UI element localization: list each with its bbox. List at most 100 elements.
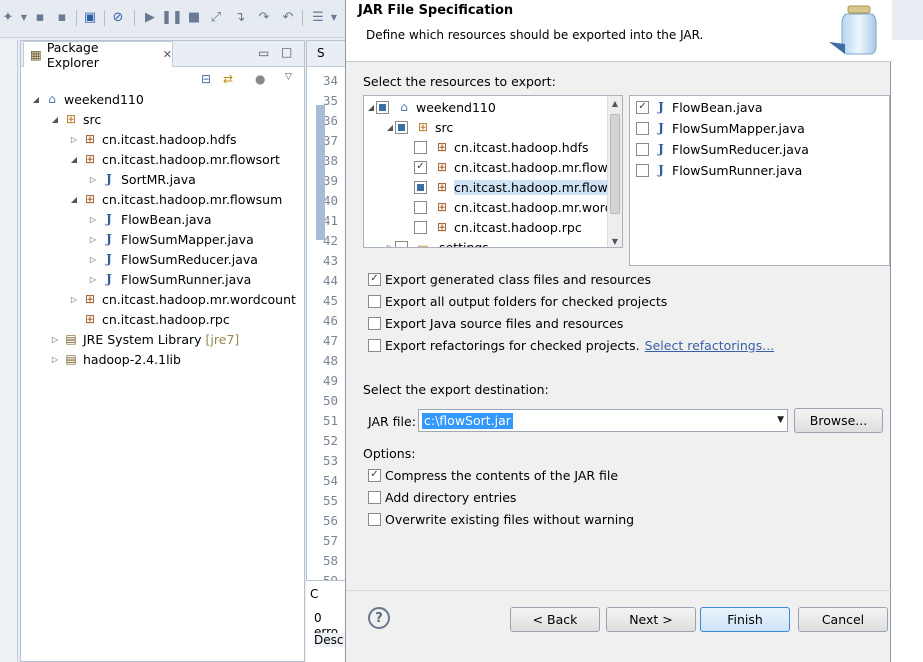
export-option[interactable]: Export all output folders for checked pr… [368, 291, 667, 311]
step-over-icon[interactable]: ↷ [256, 9, 272, 25]
checkbox[interactable] [636, 121, 649, 135]
checkbox[interactable]: ✓ [368, 272, 381, 286]
checkbox[interactable] [636, 142, 649, 156]
close-icon[interactable]: ✕ [163, 48, 172, 61]
expanded-arrow-icon[interactable]: ◢ [69, 155, 79, 164]
tree-item[interactable]: ▷ J FlowSumRunner.java [88, 269, 251, 289]
tab-package-explorer[interactable]: ▦ Package Explorer ✕ [23, 40, 173, 70]
collapsed-arrow-icon[interactable]: ▷ [88, 255, 98, 264]
file-list-item[interactable]: ✓ J FlowBean.java [636, 97, 763, 117]
collapse-all-icon[interactable]: ⊟ [201, 72, 211, 86]
checkbox[interactable]: ✓ [636, 100, 649, 114]
collapsed-arrow-icon[interactable]: ▷ [385, 243, 395, 248]
collapsed-arrow-icon[interactable]: ▷ [88, 175, 98, 184]
view-menu-icon[interactable]: ▽ [285, 72, 292, 82]
file-list-item[interactable]: J FlowSumMapper.java [636, 118, 805, 138]
next-button[interactable]: Next > [606, 607, 696, 632]
chevron-down-icon[interactable]: ▼ [16, 9, 32, 25]
collapsed-arrow-icon[interactable]: ▷ [88, 235, 98, 244]
checkbox[interactable] [368, 338, 381, 352]
checkbox[interactable] [414, 200, 427, 214]
export-option[interactable]: ✓ Export generated class files and resour… [368, 269, 651, 289]
tree-item[interactable]: ▷ J FlowBean.java [88, 209, 212, 229]
help-button[interactable]: ? [368, 607, 390, 629]
tree-item[interactable]: ▷ ▤ hadoop-2.4.1lib [50, 349, 181, 369]
scroll-down-icon[interactable]: ▼ [608, 234, 622, 247]
resource-tree-item[interactable]: ⊞ cn.itcast.hadoop.mr.wordcount [404, 197, 622, 217]
expanded-arrow-icon[interactable]: ◢ [69, 195, 79, 204]
export-option[interactable]: Export Java source files and resources [368, 313, 623, 333]
resume-icon[interactable]: ▶ [142, 9, 158, 25]
resource-tree-item[interactable]: ⊞ cn.itcast.hadoop.mr.flowsum [404, 177, 622, 197]
link-with-editor-icon[interactable]: ⇄ [223, 72, 233, 86]
collapsed-arrow-icon[interactable]: ▷ [88, 215, 98, 224]
checkbox[interactable] [368, 512, 381, 526]
resource-tree-item[interactable]: ◢ ⌂ weekend110 [366, 97, 496, 117]
step-return-icon[interactable]: ↶ [280, 9, 296, 25]
collapsed-arrow-icon[interactable]: ▷ [69, 135, 79, 144]
tree-item[interactable]: ⊞ cn.itcast.hadoop.rpc [69, 309, 230, 329]
browse-button[interactable]: Browse... [794, 408, 883, 433]
tree-item[interactable]: ◢ ⌂ weekend110 [31, 89, 144, 109]
collapsed-arrow-icon[interactable]: ▷ [69, 295, 79, 304]
collapsed-arrow-icon[interactable]: ▷ [88, 275, 98, 284]
file-list-item[interactable]: J FlowSumRunner.java [636, 160, 802, 180]
resource-tree-scrollbar[interactable]: ▲ ▼ [607, 96, 622, 247]
tree-item[interactable]: ▷ ⊞ cn.itcast.hadoop.hdfs [69, 129, 237, 149]
expanded-arrow-icon[interactable]: ◢ [385, 123, 395, 132]
new-icon[interactable]: ✦ [0, 9, 16, 25]
save-all-icon[interactable]: ▪ [54, 9, 70, 25]
chevron-down-icon[interactable]: ▼ [326, 9, 342, 25]
skip-breakpoints-icon[interactable]: ⊘ [110, 9, 126, 25]
maximize-icon[interactable]: □ [281, 45, 292, 59]
resource-tree-item[interactable]: ▷ ▭ .settings [385, 237, 489, 248]
collapsed-arrow-icon[interactable]: ▷ [50, 335, 60, 344]
back-button[interactable]: < Back [510, 607, 600, 632]
tab-console[interactable]: C [310, 587, 318, 601]
checkbox[interactable] [414, 140, 427, 154]
checkbox[interactable] [368, 294, 381, 308]
disconnect-icon[interactable]: ⤢ [208, 9, 224, 25]
file-list-item[interactable]: J FlowSumReducer.java [636, 139, 809, 159]
save-icon[interactable]: ▪ [32, 9, 48, 25]
jar-option[interactable]: ✓ Compress the contents of the JAR file [368, 465, 618, 485]
checkbox[interactable] [636, 163, 649, 177]
checkbox[interactable] [395, 120, 408, 134]
resource-tree-item[interactable]: ✓ ⊞ cn.itcast.hadoop.mr.flowsort [404, 157, 622, 177]
finish-button[interactable]: Finish [700, 607, 790, 632]
jar-option[interactable]: Add directory entries [368, 487, 516, 507]
tab-editor[interactable]: S [307, 41, 347, 67]
jar-file-combo[interactable]: c:\flowSort.jar ▼ [418, 409, 788, 432]
tree-item[interactable]: ▷ J SortMR.java [88, 169, 196, 189]
checkbox[interactable] [414, 180, 427, 194]
focus-icon[interactable]: ● [255, 72, 265, 86]
checkbox[interactable] [376, 100, 389, 114]
tree-item[interactable]: ▷ ⊞ cn.itcast.hadoop.mr.wordcount [69, 289, 296, 309]
terminate-icon[interactable]: ■ [186, 9, 202, 25]
scroll-up-icon[interactable]: ▲ [608, 96, 622, 111]
tree-item[interactable]: ▷ J FlowSumReducer.java [88, 249, 258, 269]
tree-item[interactable]: ▷ J FlowSumMapper.java [88, 229, 254, 249]
expanded-arrow-icon[interactable]: ◢ [31, 95, 41, 104]
resource-tree-item[interactable]: ⊞ cn.itcast.hadoop.rpc [404, 217, 582, 237]
step-into-icon[interactable]: ↴ [232, 9, 248, 25]
jar-option[interactable]: Overwrite existing files without warning [368, 509, 634, 529]
checkbox[interactable]: ✓ [414, 160, 427, 174]
chevron-down-icon[interactable]: ▼ [777, 415, 784, 425]
checkbox[interactable] [368, 316, 381, 330]
checkbox[interactable]: ✓ [368, 468, 381, 482]
cancel-button[interactable]: Cancel [798, 607, 888, 632]
checkbox[interactable] [395, 240, 408, 247]
export-option[interactable]: Export refactorings for checked projects… [368, 335, 774, 355]
select-refactorings-link[interactable]: Select refactorings... [645, 338, 774, 353]
expanded-arrow-icon[interactable]: ◢ [366, 103, 376, 112]
collapsed-arrow-icon[interactable]: ▷ [50, 355, 60, 364]
tree-item[interactable]: ◢ ⊞ cn.itcast.hadoop.mr.flowsort [69, 149, 280, 169]
tree-item[interactable]: ◢ ⊞ src [50, 109, 101, 129]
minimize-icon[interactable]: ▭ [258, 46, 269, 60]
tree-item[interactable]: ▷ ▤ JRE System Library [jre7] [50, 329, 239, 349]
expanded-arrow-icon[interactable]: ◢ [50, 115, 60, 124]
console-icon[interactable]: ▣ [82, 9, 98, 25]
checkbox[interactable] [368, 490, 381, 504]
tree-item[interactable]: ◢ ⊞ cn.itcast.hadoop.mr.flowsum [69, 189, 282, 209]
